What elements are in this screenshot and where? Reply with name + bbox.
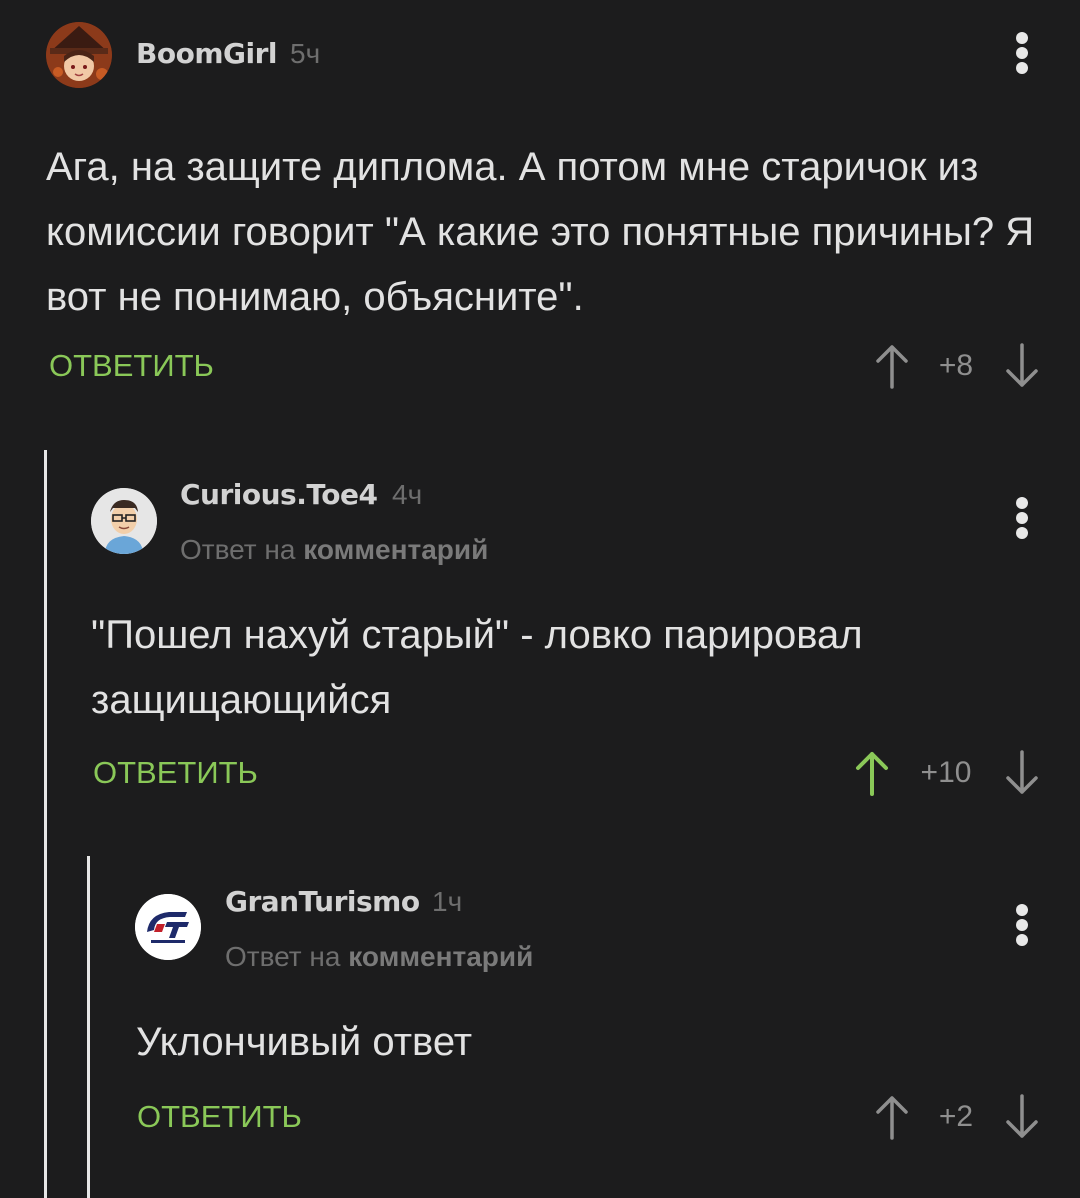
reply-button[interactable]: ОТВЕТИТЬ — [49, 348, 214, 384]
comment-author[interactable]: BoomGirl — [136, 37, 277, 70]
avatar[interactable] — [46, 22, 112, 88]
arrow-up-icon — [876, 1096, 908, 1140]
comment-text: "Пошел нахуй старый" - ловко парировал з… — [91, 613, 863, 722]
downvote-button[interactable] — [1002, 343, 1042, 389]
reply-to-link[interactable]: комментарий — [348, 941, 533, 972]
avatar[interactable] — [91, 488, 157, 554]
more-vertical-icon-dot — [1016, 527, 1028, 539]
comments-page: BoomGirl 5ч Ага, на защите диплома. А по… — [0, 0, 1080, 1198]
arrow-down-icon — [1006, 1094, 1038, 1138]
comment-menu-button[interactable] — [1012, 495, 1032, 541]
arrow-up-icon — [856, 752, 888, 796]
comment-author[interactable]: Curious.Toe4 — [180, 478, 378, 511]
comment-menu-button[interactable] — [1012, 30, 1032, 76]
thread-line-level-1 — [44, 450, 47, 1198]
reply-to-prefix: Ответ на — [225, 941, 341, 972]
upvote-button[interactable] — [872, 343, 912, 389]
rating-count: +8 — [938, 349, 974, 382]
more-vertical-icon-dot — [1016, 512, 1028, 524]
upvote-button[interactable] — [872, 1094, 912, 1140]
downvote-button[interactable] — [1002, 750, 1042, 796]
avatar[interactable] — [135, 894, 201, 960]
downvote-button[interactable] — [1002, 1094, 1042, 1140]
reply-to-line: Ответ на комментарий — [225, 941, 533, 973]
comment-author[interactable]: GranTurismo — [225, 885, 420, 918]
comment-text: Уклончивый ответ — [136, 1020, 473, 1064]
avatar-boomgirl-image — [46, 22, 112, 88]
comment-time: 1ч — [432, 886, 463, 917]
comment-text: Ага, на защите диплома. А потом мне стар… — [46, 145, 1035, 319]
reply-to-link[interactable]: комментарий — [303, 534, 488, 565]
rating-count: +2 — [938, 1100, 974, 1133]
upvote-button[interactable] — [852, 750, 892, 796]
more-vertical-icon — [1016, 497, 1028, 509]
more-vertical-icon — [1016, 32, 1028, 44]
arrow-down-icon — [1006, 750, 1038, 794]
reply-to-prefix: Ответ на — [180, 534, 296, 565]
avatar-granturismo-logo — [135, 894, 201, 960]
more-vertical-icon-dot — [1016, 47, 1028, 59]
more-vertical-icon — [1016, 904, 1028, 916]
more-vertical-icon-dot — [1016, 934, 1028, 946]
more-vertical-icon-dot — [1016, 62, 1028, 74]
reply-button[interactable]: ОТВЕТИТЬ — [137, 1099, 302, 1135]
reply-to-line: Ответ на комментарий — [180, 534, 488, 566]
reply-button[interactable]: ОТВЕТИТЬ — [93, 755, 258, 791]
comment-time: 5ч — [290, 38, 321, 69]
arrow-down-icon — [1006, 343, 1038, 387]
comment-time: 4ч — [392, 479, 423, 510]
rating-count: +10 — [920, 756, 972, 789]
arrow-up-icon — [876, 345, 908, 389]
more-vertical-icon-dot — [1016, 919, 1028, 931]
thread-line-level-2 — [87, 856, 90, 1198]
avatar-curious-toe4-image — [91, 488, 157, 554]
comment-menu-button[interactable] — [1012, 902, 1032, 948]
